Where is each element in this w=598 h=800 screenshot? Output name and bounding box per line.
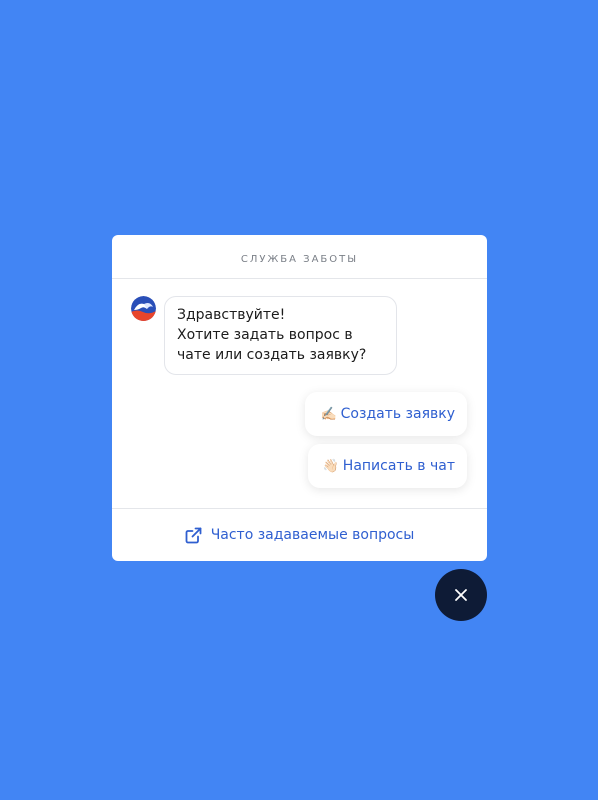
create-request-label: Создать заявку (340, 406, 455, 422)
message-area: Здравствуйте! Хотите задать вопрос в чат… (112, 279, 487, 508)
chat-title: СЛУЖБА ЗАБОТЫ (240, 254, 359, 265)
faq-link-label: Часто задаваемые вопросы (210, 527, 415, 543)
bot-avatar (131, 296, 156, 321)
bot-message-line: Здравствуйте! (177, 307, 286, 323)
write-to-chat-label: Написать в чат (342, 458, 455, 474)
faq-link[interactable]: Часто задаваемые вопросы (112, 508, 487, 561)
bot-message-bubble: Здравствуйте! Хотите задать вопрос в чат… (164, 296, 397, 375)
chat-header: СЛУЖБА ЗАБОТЫ (112, 235, 487, 279)
write-to-chat-button[interactable]: 👋🏻 Написать в чат (307, 444, 467, 488)
support-chat-widget: СЛУЖБА ЗАБОТЫ Здравствуйте! Хотите задат… (112, 235, 487, 561)
wave-logo-avatar-icon (131, 296, 156, 321)
writing-hand-icon: ✍🏻 (320, 406, 337, 422)
close-icon (455, 589, 467, 601)
waving-hand-icon: 👋🏻 (322, 458, 339, 474)
create-request-button[interactable]: ✍🏻 Создать заявку (305, 392, 467, 436)
bot-message-line: чате или создать заявку? (177, 347, 367, 363)
close-chat-button[interactable] (435, 569, 487, 621)
external-link-icon (185, 527, 202, 543)
bot-message-line: Хотите задать вопрос в (177, 327, 353, 343)
